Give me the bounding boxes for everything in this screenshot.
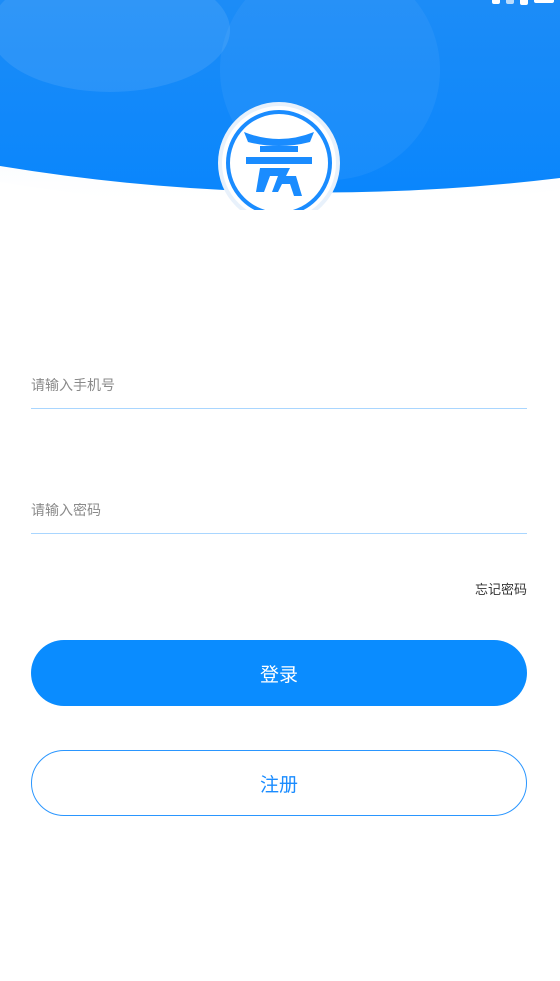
- password-field[interactable]: [31, 487, 527, 534]
- phone-field[interactable]: [31, 362, 527, 409]
- status-bar-icons: [492, 0, 554, 6]
- gate-emblem-logo-icon: [218, 102, 340, 210]
- signal-icon: [506, 0, 514, 4]
- status-text: [534, 0, 554, 3]
- forgot-password-link[interactable]: 忘记密码: [475, 579, 527, 598]
- login-button[interactable]: 登录: [31, 640, 527, 706]
- login-button-label: 登录: [259, 663, 298, 686]
- register-button[interactable]: 注册: [31, 750, 527, 816]
- register-button-label: 注册: [259, 773, 298, 796]
- battery-icon: [520, 0, 528, 5]
- app-logo: [216, 102, 342, 210]
- password-input[interactable]: [31, 503, 527, 519]
- wifi-icon: [492, 0, 500, 4]
- phone-input[interactable]: [31, 378, 527, 394]
